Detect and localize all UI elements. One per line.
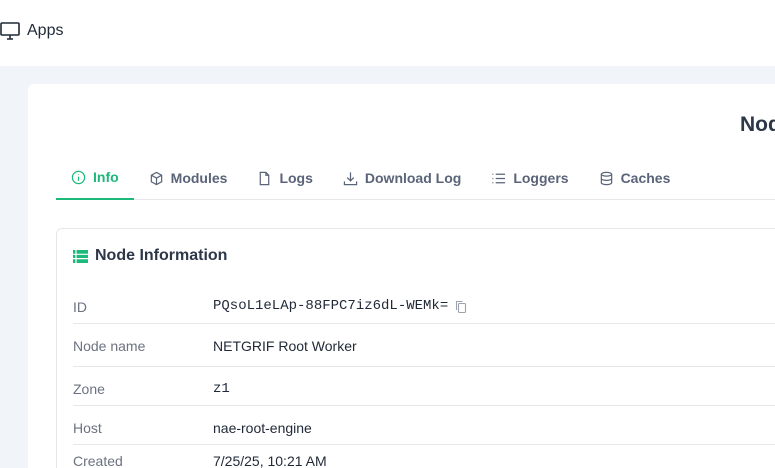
info-icon [71,170,86,184]
tab-label: Loggers [513,170,569,186]
tab-label: Info [93,169,119,185]
monitor-icon [0,22,20,40]
tab-label: Logs [279,170,313,186]
cube-icon [150,171,162,185]
info-row-created: Created 7/25/25, 10:21 AM [73,445,775,468]
tab-bar: Info Modules Logs Download Log Loggers C… [56,156,775,200]
server-list-icon [73,249,88,263]
info-row-zone: Zone z1 [73,367,775,406]
tab-label: Modules [170,170,228,186]
row-label: Node name [73,338,146,354]
tab-logs[interactable]: Logs [242,156,327,200]
row-value: 7/25/25, 10:21 AM [213,453,327,468]
database-icon [600,171,612,185]
copy-icon[interactable] [455,300,467,313]
tab-label: Caches [620,170,671,186]
tab-info[interactable]: Info [56,156,134,200]
info-row-id: ID PQsoL1eLAp-88FPC7iz6dL-WEMk= [73,295,775,324]
list-icon [492,173,506,183]
row-label: Zone [73,381,105,397]
file-icon [260,171,270,185]
tab-label: Download Log [364,170,462,186]
tab-loggers[interactable]: Loggers [476,156,583,200]
page-title: Node [740,113,775,136]
apps-button[interactable]: Apps [0,22,63,40]
row-label: ID [73,299,87,315]
apps-label: Apps [27,22,64,39]
row-value: nae-root-engine [213,420,312,436]
info-row-node-name: Node name NETGRIF Root Worker [73,324,775,367]
row-value: z1 [213,381,230,397]
node-information-panel: Node Information ID PQsoL1eLAp-88FPC7iz6… [56,228,775,468]
tab-modules[interactable]: Modules [134,156,243,200]
tab-caches[interactable]: Caches [584,156,686,200]
id-value: PQsoL1eLAp-88FPC7iz6dL-WEMk= [213,298,449,314]
row-label: Created [73,453,123,468]
row-label: Host [73,420,102,436]
info-row-host: Host nae-root-engine [73,406,775,445]
panel-heading: Node Information [73,247,227,265]
top-bar: Apps [0,0,775,66]
node-card: Node Info Modules Logs Download Log Logg… [28,84,775,468]
row-value: NETGRIF Root Worker [213,338,357,354]
download-icon [343,171,358,185]
tab-download-log[interactable]: Download Log [328,156,476,200]
row-value: PQsoL1eLAp-88FPC7iz6dL-WEMk= [213,299,467,313]
panel-title: Node Information [95,247,228,264]
